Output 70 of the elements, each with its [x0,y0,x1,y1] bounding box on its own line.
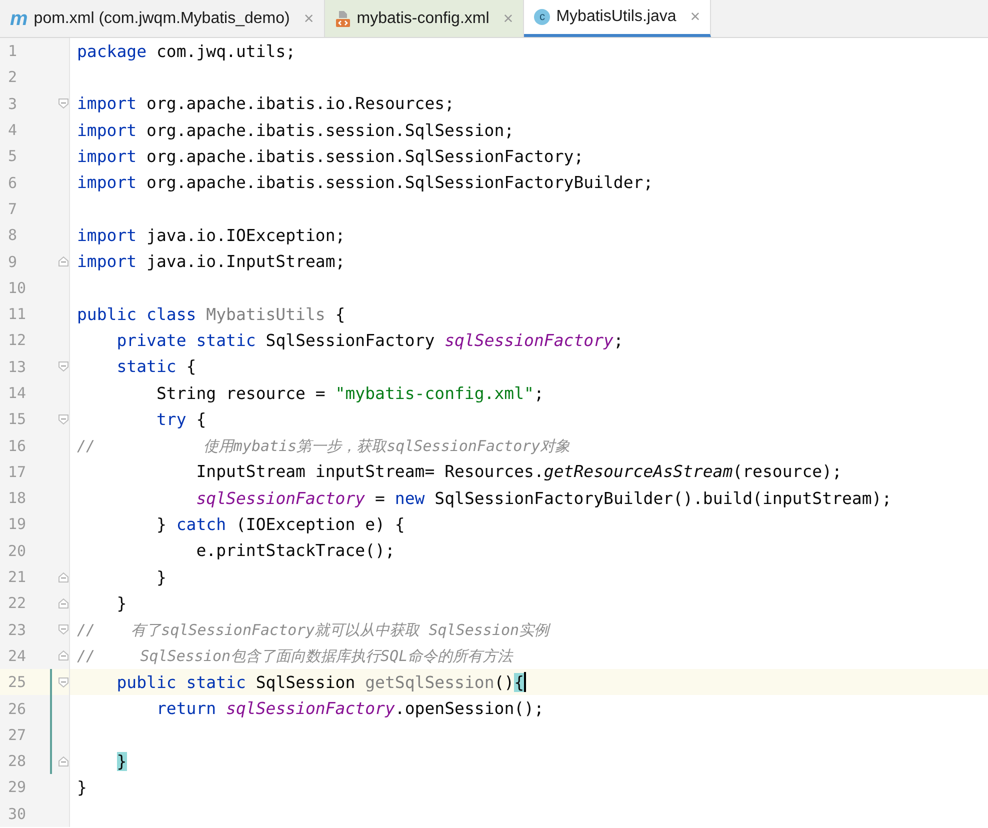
fold-icon[interactable] [58,414,69,425]
line-number: 17 [7,462,28,481]
line-number: 22 [7,594,28,612]
line-number: 8 [7,226,18,244]
code-line: InputStream inputStream= Resources.getResourceAsStream(resource); [195,462,842,482]
editor-tab[interactable]: mybatis-config.xml × [324,0,524,37]
line-number: 19 [7,515,28,534]
editor-tab[interactable]: c MybatisUtils.java × [524,0,712,37]
line-number: 6 [7,174,18,192]
line-number: 2 [7,68,18,86]
code-line: } [116,594,127,613]
line-number: 12 [7,331,28,350]
code-line: } [155,568,166,587]
line-number: 29 [7,778,28,796]
xml-file-icon [334,10,351,28]
line-number: 28 [7,752,28,770]
code-line: import org.apache.ibatis.session.SqlSessionFactory; [77,146,584,166]
fold-icon[interactable] [58,598,69,609]
line-number: 27 [7,726,28,744]
code-line: static { [116,357,196,376]
line-number: 15 [7,410,28,428]
code-line: // SqlSession包含了面向数据库执行SQL命令的所有方法 [77,646,513,666]
code-line: private static SqlSessionFactory sqlSessionFactory; [116,330,624,350]
class-icon: c [534,9,550,25]
code-line: // 使用mybatis第一步，获取sqlSessionFactory对象 [77,436,570,456]
code-line: } catch (IOException e) { [155,514,405,534]
fold-icon[interactable] [58,676,69,688]
code-line: } [77,778,87,797]
fold-icon[interactable] [58,256,69,268]
line-number: 11 [7,305,28,324]
code-line: import java.io.IOException; [77,226,346,245]
line-number: 25 [7,673,28,692]
line-number: 5 [7,147,18,166]
code-line: sqlSessionFactory = new SqlSessionFactoryBuilder().build(inputStream); [195,488,892,508]
fold-icon[interactable] [58,650,69,662]
code-line: import java.io.InputStream; [77,252,346,272]
line-number: 23 [7,620,28,639]
code-line: // 有了sqlSessionFactory就可以从中获取 SqlSession实例 [77,620,550,640]
fold-icon[interactable] [58,98,69,110]
line-number: 24 [7,646,28,665]
line-number: 9 [7,252,18,271]
text-caret [524,672,526,692]
line-number: 3 [7,94,18,113]
line-number: 21 [7,568,28,586]
code-line: public static SqlSession getSqlSession(){ [116,672,524,692]
line-number: 18 [7,489,28,508]
code-line: public class MybatisUtils { [77,304,346,324]
line-number: 10 [7,278,28,297]
line-number: 1 [7,42,18,60]
code-line: try { [155,410,206,429]
code-line: e.printStackTrace(); [195,541,395,560]
line-number: 20 [7,542,28,560]
maven-icon: m [10,8,28,28]
line-number: 4 [7,121,18,140]
code-line: import org.apache.ibatis.session.SqlSessionFactoryBuilder; [77,173,654,192]
code-line: package com.jwq.utils; [77,42,296,61]
code-line: import org.apache.ibatis.io.Resources; [77,94,454,114]
line-number: 30 [7,804,28,823]
fold-icon[interactable] [58,361,69,372]
line-number: 7 [7,200,18,218]
line-number: 14 [7,384,28,402]
fold-icon[interactable] [58,756,69,767]
line-number: 13 [7,358,28,376]
code-line: String resource = "mybatis-config.xml"; [155,384,544,402]
line-number: 16 [7,436,28,455]
line-number: 26 [7,700,28,718]
code-line: return sqlSessionFactory.openSession(); [155,699,544,718]
code-line: import org.apache.ibatis.session.SqlSession; [77,120,514,140]
fold-icon[interactable] [58,572,69,583]
fold-icon[interactable] [58,624,69,636]
